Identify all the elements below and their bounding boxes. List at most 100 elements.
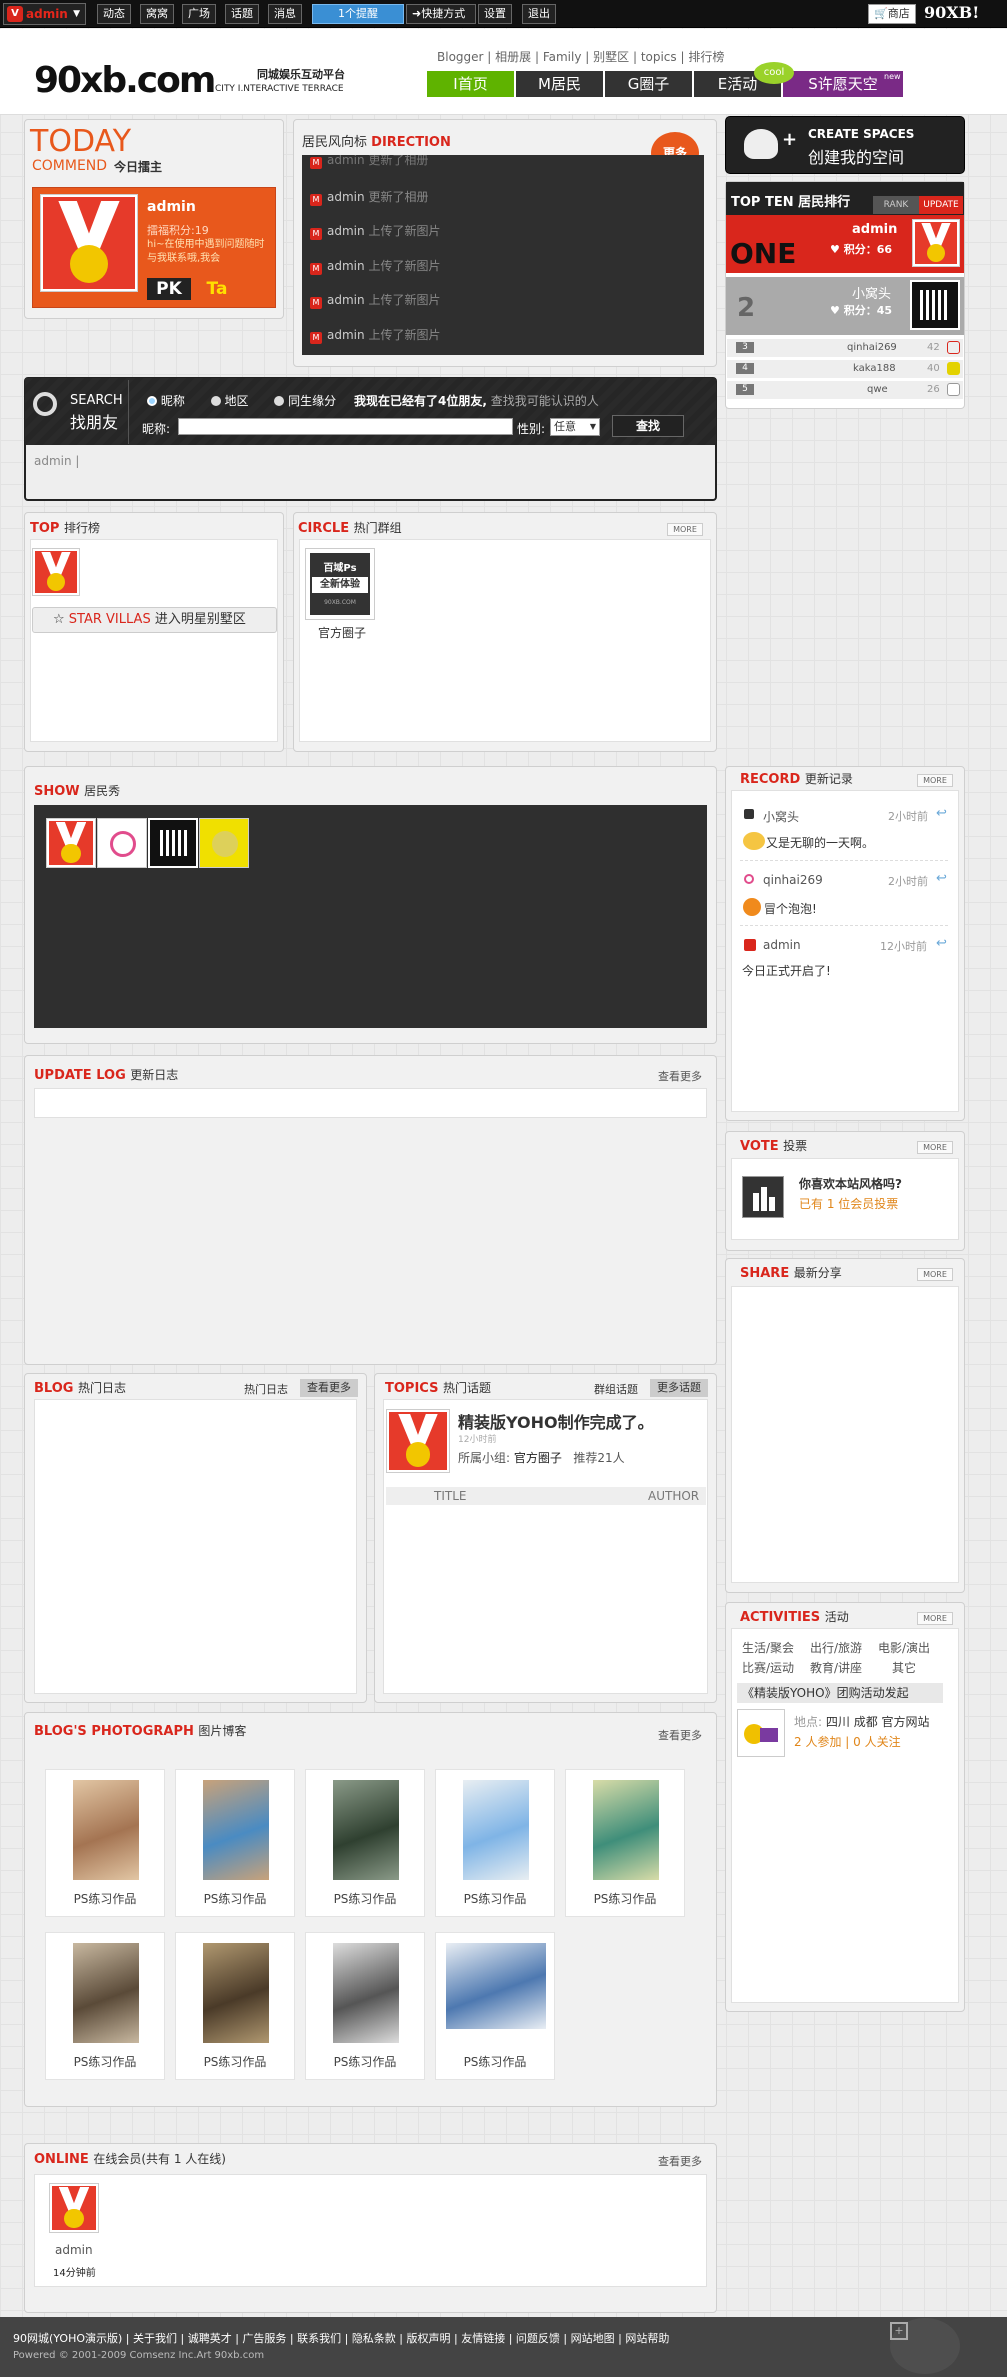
feed-row[interactable]: Madmin 上传了新图片 bbox=[310, 257, 440, 275]
rank-row[interactable]: 4 kaka188 40 bbox=[727, 360, 963, 378]
activity-cat[interactable]: 出行/旅游 bbox=[810, 1638, 878, 1658]
topic-avatar[interactable] bbox=[386, 1409, 450, 1473]
shortcuts-button[interactable]: ➜快捷方式 bbox=[406, 4, 476, 24]
nav-home[interactable]: I首页 bbox=[427, 71, 514, 97]
today-avatar[interactable] bbox=[40, 194, 138, 292]
site-logo[interactable]: 90xb.com bbox=[34, 60, 216, 101]
photo-thumbnail[interactable] bbox=[333, 1780, 399, 1880]
feed-row[interactable]: Madmin 上传了新图片 bbox=[310, 326, 440, 344]
online-avatar[interactable] bbox=[49, 2183, 99, 2233]
activity-place-value[interactable]: 四川 成都 官方网站 bbox=[826, 1715, 930, 1729]
today-name[interactable]: admin bbox=[147, 199, 196, 215]
topic-group[interactable]: 官方圈子 bbox=[514, 1451, 562, 1465]
rank-name[interactable]: kaka188 bbox=[853, 363, 896, 374]
feed-user[interactable]: admin bbox=[327, 224, 365, 238]
logout-link[interactable]: 退出 bbox=[522, 4, 556, 24]
updatelog-more-link[interactable]: 查看更多 bbox=[658, 1068, 702, 1084]
second-avatar[interactable] bbox=[910, 280, 960, 330]
activity-cat[interactable]: 比赛/运动 bbox=[742, 1658, 810, 1678]
feed-user[interactable]: admin bbox=[327, 259, 365, 273]
nav-residents[interactable]: M居民 bbox=[516, 71, 603, 97]
feed-user[interactable]: admin bbox=[327, 293, 365, 307]
star-villas-button[interactable]: ☆ STAR VILLAS 进入明星别墅区 bbox=[32, 607, 277, 633]
notification-button[interactable]: 1个提醒 bbox=[312, 4, 404, 24]
nav-plaza[interactable]: 广场 bbox=[182, 4, 216, 24]
photo-card[interactable]: PS练习作品 bbox=[305, 1769, 425, 1917]
gender-select[interactable]: 任意 ▼ bbox=[550, 418, 600, 436]
feed-user[interactable]: admin bbox=[327, 328, 365, 342]
online-more-link[interactable]: 查看更多 bbox=[658, 2153, 702, 2169]
photo-thumbnail[interactable] bbox=[446, 1943, 546, 2029]
sublink-family[interactable]: Family bbox=[543, 50, 582, 64]
share-more-button[interactable]: MORE bbox=[917, 1268, 953, 1281]
footer-link[interactable]: 联系我们 bbox=[297, 2332, 341, 2345]
sublink-villa[interactable]: 别墅区 bbox=[593, 50, 629, 64]
footer-link[interactable]: 诚聘英才 bbox=[188, 2332, 232, 2345]
activity-event[interactable]: 《精装版YOHO》团购活动发起 bbox=[737, 1683, 943, 1703]
radio-fate[interactable] bbox=[274, 396, 285, 406]
first-avatar[interactable] bbox=[912, 219, 960, 267]
show-avatar[interactable] bbox=[199, 818, 249, 868]
record-more-button[interactable]: MORE bbox=[917, 774, 953, 787]
top-avatar[interactable] bbox=[32, 548, 80, 596]
nav-dynamic[interactable]: 动态 bbox=[97, 4, 131, 24]
nav-topics[interactable]: 话题 bbox=[225, 4, 259, 24]
photo-card[interactable]: PS练习作品 bbox=[435, 1932, 555, 2080]
ta-button[interactable]: Ta bbox=[195, 278, 239, 300]
photo-card[interactable]: PS练习作品 bbox=[435, 1769, 555, 1917]
topics-tab-group[interactable]: 群组话题 bbox=[594, 1381, 638, 1397]
feed-row[interactable]: Madmin 更新了相册 bbox=[310, 188, 428, 206]
reply-icon[interactable]: ↩ bbox=[936, 871, 947, 886]
blog-tab-hot[interactable]: 热门日志 bbox=[244, 1381, 288, 1397]
pk-button[interactable]: PK bbox=[147, 278, 191, 300]
nav-messages[interactable]: 消息 bbox=[268, 4, 302, 24]
rank-name[interactable]: qwe bbox=[867, 384, 888, 395]
footer-link[interactable]: 隐私条款 bbox=[352, 2332, 396, 2345]
record-user[interactable]: admin bbox=[763, 938, 801, 952]
record-user[interactable]: qinhai269 bbox=[763, 873, 823, 887]
update-tab[interactable]: UPDATE bbox=[919, 196, 963, 214]
vote-question[interactable]: 你喜欢本站风格吗? bbox=[799, 1175, 902, 1192]
circle-more-button[interactable]: MORE bbox=[667, 523, 703, 536]
photo-thumbnail[interactable] bbox=[203, 1780, 269, 1880]
rank-row[interactable]: 5 qwe 26 bbox=[727, 381, 963, 399]
footer-link[interactable]: 版权声明 bbox=[407, 2332, 451, 2345]
topic-headline[interactable]: 精装版YOHO制作完成了。 bbox=[458, 1409, 654, 1433]
footer-link[interactable]: 90网城(YOHO演示版) bbox=[13, 2332, 122, 2345]
settings-link[interactable]: 设置 bbox=[478, 4, 512, 24]
blog-tab-more[interactable]: 查看更多 bbox=[300, 1379, 358, 1397]
photos-more-link[interactable]: 查看更多 bbox=[658, 1727, 702, 1743]
show-avatar[interactable] bbox=[46, 818, 96, 868]
rank-avatar[interactable] bbox=[947, 341, 960, 354]
rank-tab[interactable]: RANK bbox=[873, 196, 919, 214]
activity-cat[interactable]: 生活/聚会 bbox=[742, 1638, 810, 1658]
activity-cat[interactable]: 教育/讲座 bbox=[810, 1658, 878, 1678]
activity-cat[interactable]: 电影/演出 bbox=[878, 1641, 930, 1655]
photo-card[interactable]: PS练习作品 bbox=[305, 1932, 425, 2080]
topics-tab-more[interactable]: 更多话题 bbox=[650, 1379, 708, 1397]
activity-cat[interactable]: 其它 bbox=[878, 1661, 916, 1675]
footer-link[interactable]: 友情链接 bbox=[461, 2332, 505, 2345]
back-to-top-icon[interactable]: + bbox=[890, 2322, 908, 2340]
nav-circles[interactable]: G圈子 bbox=[605, 71, 692, 97]
footer-link[interactable]: 问题反馈 bbox=[516, 2332, 560, 2345]
feed-user[interactable]: admin bbox=[327, 190, 365, 204]
activity-image[interactable] bbox=[737, 1709, 785, 1757]
photo-thumbnail[interactable] bbox=[463, 1780, 529, 1880]
photo-thumbnail[interactable] bbox=[73, 1943, 139, 2043]
feed-row[interactable]: Madmin 上传了新图片 bbox=[310, 222, 440, 240]
activities-more-button[interactable]: MORE bbox=[917, 1612, 953, 1625]
online-user[interactable]: admin bbox=[55, 2243, 93, 2257]
sublink-topics[interactable]: topics bbox=[641, 50, 677, 64]
photo-thumbnail[interactable] bbox=[593, 1780, 659, 1880]
sublink-rank[interactable]: 排行榜 bbox=[688, 50, 724, 64]
friend-hint[interactable]: 查找我可能认识的人 bbox=[491, 394, 599, 408]
reply-icon[interactable]: ↩ bbox=[936, 936, 947, 951]
show-avatar[interactable] bbox=[148, 818, 198, 868]
photo-thumbnail[interactable] bbox=[73, 1780, 139, 1880]
footer-link[interactable]: 关于我们 bbox=[133, 2332, 177, 2345]
record-user[interactable]: 小窝头 bbox=[763, 808, 799, 825]
nav-nest[interactable]: 窝窝 bbox=[140, 4, 174, 24]
circle-item[interactable]: 百域Ps 全新体验 90XB.COM bbox=[305, 548, 375, 620]
shop-link[interactable]: 🛒商店 bbox=[868, 4, 916, 24]
